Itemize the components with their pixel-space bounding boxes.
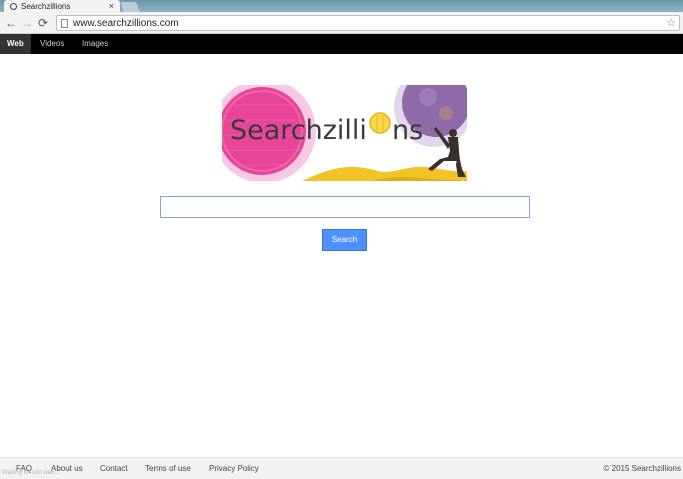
address-bar[interactable]: www.searchzillions.com ☆ — [56, 15, 680, 31]
searchzillions-logo: Searchzilli ns — [222, 85, 467, 181]
logo-text-end: ns — [392, 115, 423, 146]
search-button[interactable]: Search — [322, 229, 367, 251]
footer-link-terms[interactable]: Terms of use — [145, 458, 191, 479]
search-input[interactable] — [160, 196, 530, 218]
logo-artwork: Searchzilli ns — [222, 85, 467, 181]
forward-arrow-icon[interactable]: → — [21, 15, 33, 31]
footer: FAQ About us Contact Terms of use Privac… — [0, 457, 683, 479]
search-favicon-icon — [10, 2, 17, 10]
page-icon — [61, 18, 68, 28]
new-tab-button[interactable] — [120, 2, 140, 12]
site-navbar: Web Videos Images — [0, 34, 683, 54]
footer-link-contact[interactable]: Contact — [100, 458, 128, 479]
logo-text-start: Searchzilli — [230, 115, 367, 146]
copyright-text: © 2015 Searchzillions — [603, 464, 682, 473]
close-tab-icon[interactable]: × — [109, 0, 114, 12]
address-url[interactable]: www.searchzillions.com — [73, 18, 179, 29]
bookmark-star-icon[interactable]: ☆ — [666, 16, 676, 30]
tab-title: Searchzillions — [21, 1, 71, 11]
browser-status-text: Waiting for cdn.web... — [2, 470, 60, 476]
nav-images[interactable]: Images — [75, 34, 115, 54]
back-arrow-icon[interactable]: ← — [5, 15, 17, 31]
browser-tab[interactable]: Searchzillions × — [4, 0, 120, 12]
reload-icon[interactable]: ⟳ — [38, 15, 48, 31]
footer-link-privacy[interactable]: Privacy Policy — [209, 458, 259, 479]
browser-tab-strip: Searchzillions × — [0, 0, 683, 12]
browser-toolbar: ← → ⟳ www.searchzillions.com ☆ — [0, 12, 683, 34]
nav-web[interactable]: Web — [0, 34, 31, 54]
nav-videos[interactable]: Videos — [33, 34, 71, 54]
